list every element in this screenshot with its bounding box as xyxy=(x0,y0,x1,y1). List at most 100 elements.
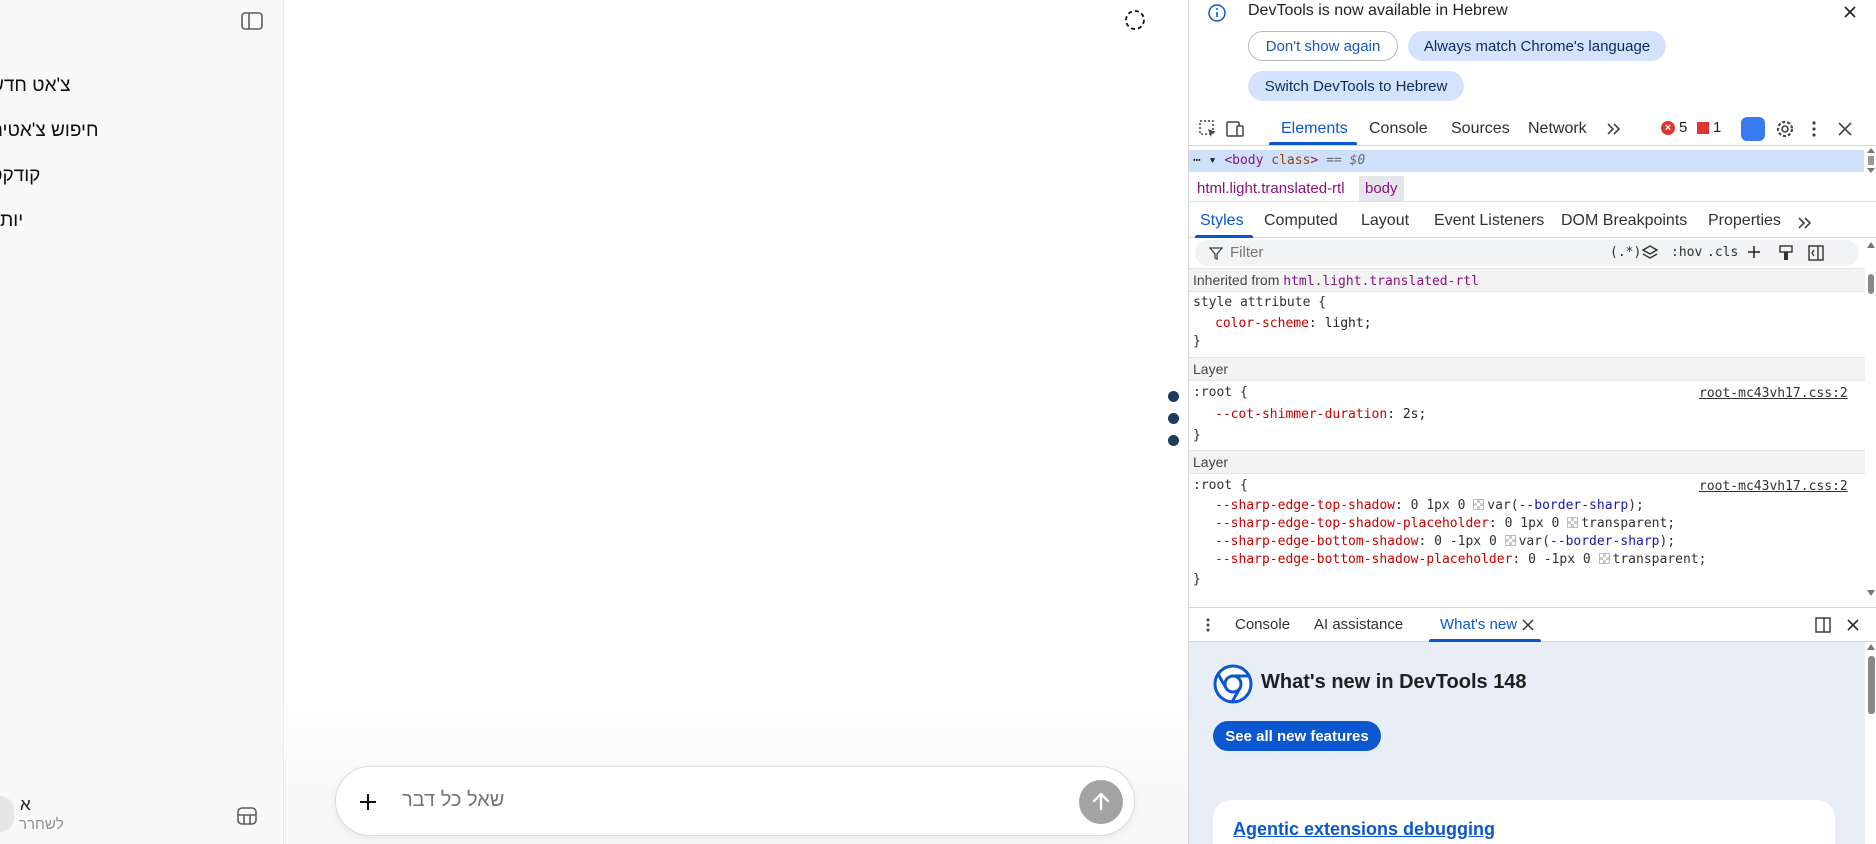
edit-icon xyxy=(75,76,95,96)
color-swatch-icon[interactable] xyxy=(1504,535,1516,546)
send-button[interactable] xyxy=(1079,780,1123,824)
close-icon[interactable] xyxy=(1841,3,1859,21)
breadcrumb-body[interactable]: body xyxy=(1359,176,1404,201)
hover-state-toggle[interactable]: :hov xyxy=(1671,245,1702,260)
class-toggle[interactable]: .cls xyxy=(1707,245,1738,260)
paint-brush-icon[interactable] xyxy=(1777,244,1795,262)
tab-elements[interactable]: Elements xyxy=(1281,120,1348,138)
kebab-menu-icon[interactable] xyxy=(1803,118,1825,140)
drawer-tab-ai-assistance[interactable]: AI assistance xyxy=(1314,616,1403,633)
css-property: --sharp-edge-top-shadow-placeholder xyxy=(1215,516,1489,531)
feature-card: Agentic extensions debugging xyxy=(1213,800,1835,844)
user-initial: א xyxy=(20,795,31,814)
see-all-features-button[interactable]: See all new features xyxy=(1213,721,1381,751)
tab-console[interactable]: Console xyxy=(1369,120,1428,138)
inspect-element-icon[interactable] xyxy=(1197,118,1219,140)
color-swatch-icon[interactable] xyxy=(1567,517,1579,528)
tab-sources[interactable]: Sources xyxy=(1451,120,1510,138)
active-subtab-indicator xyxy=(1195,235,1253,238)
sidebar-item-codex[interactable]: קודקס xyxy=(0,161,64,191)
dom-scrollbar[interactable] xyxy=(1866,147,1876,175)
tab-layout[interactable]: Layout xyxy=(1361,212,1409,230)
temporary-chat-icon[interactable] xyxy=(1123,8,1147,32)
breakpoint-dot xyxy=(1168,413,1179,424)
breadcrumb: html.light.translated-rtl body xyxy=(1189,176,1876,202)
error-counter[interactable]: × 5 xyxy=(1661,119,1687,136)
css-declaration[interactable]: --cot-shimmer-duration: 2s; xyxy=(1215,407,1426,422)
error-icon: × xyxy=(1661,120,1675,135)
ai-assistance-icon[interactable] xyxy=(1741,117,1765,141)
tab-styles[interactable]: Styles xyxy=(1200,212,1244,230)
css-declaration[interactable]: --sharp-edge-bottom-shadow: 0 -1px 0 var… xyxy=(1215,534,1675,549)
dom-tag-open: <body xyxy=(1224,153,1264,168)
css-value: 0 1px 0 xyxy=(1504,516,1568,531)
screen: צ'אט חדש חיפוש צ'אטים קודקס יותר א לשחרר xyxy=(0,0,1876,844)
feature-link[interactable]: Agentic extensions debugging xyxy=(1233,819,1495,840)
issue-count: 1 xyxy=(1713,119,1722,136)
css-declaration[interactable]: --sharp-edge-top-shadow-placeholder: 0 1… xyxy=(1215,516,1675,531)
layers-icon[interactable] xyxy=(1641,244,1659,262)
sidebar-toggle-icon[interactable] xyxy=(240,10,264,32)
user-profile[interactable]: א לשחרר xyxy=(0,792,76,842)
new-rule-plus-icon[interactable] xyxy=(1746,244,1764,262)
css-property: --sharp-edge-top-shadow xyxy=(1215,498,1396,513)
drawer-tab-console[interactable]: Console xyxy=(1235,616,1290,633)
toggle-sidebar-icon[interactable] xyxy=(1807,244,1825,262)
close-tab-icon[interactable] xyxy=(1521,618,1535,632)
apps-icon[interactable] xyxy=(236,805,258,827)
color-swatch-icon[interactable] xyxy=(1598,553,1610,564)
plus-icon[interactable] xyxy=(355,789,381,815)
breakpoint-dot xyxy=(1168,391,1179,402)
color-swatch-icon[interactable] xyxy=(1473,499,1485,510)
css-declaration[interactable]: --sharp-edge-bottom-shadow-placeholder: … xyxy=(1215,552,1706,567)
sidebar-item-label: צ'אט חדש xyxy=(0,75,71,96)
css-property: --cot-shimmer-duration xyxy=(1215,407,1388,422)
more-subtabs-icon[interactable] xyxy=(1796,214,1814,232)
close-devtools-icon[interactable] xyxy=(1834,118,1856,140)
more-tabs-icon[interactable] xyxy=(1603,118,1625,140)
sidebar-item-more[interactable]: יותר xyxy=(0,206,47,236)
tab-dom-breakpoints[interactable]: DOM Breakpoints xyxy=(1561,212,1687,230)
tab-event-listeners[interactable]: Event Listeners xyxy=(1434,212,1544,230)
rule-source-link[interactable]: root-mc43vh17.css:2 xyxy=(1699,386,1848,401)
tab-properties[interactable]: Properties xyxy=(1708,212,1781,230)
sidebar-item-search-chats[interactable]: חיפוש צ'אטים xyxy=(0,116,123,146)
rule-source-link[interactable]: root-mc43vh17.css:2 xyxy=(1699,479,1848,494)
breadcrumb-html[interactable]: html.light.translated-rtl xyxy=(1191,176,1351,201)
switch-to-hebrew-button[interactable]: Switch DevTools to Hebrew xyxy=(1248,71,1464,101)
settings-gear-icon[interactable] xyxy=(1774,118,1796,140)
styles-scrollbar[interactable] xyxy=(1866,240,1876,600)
ellipsis-icon[interactable]: ⋯ ▾ xyxy=(1193,153,1216,168)
error-count: 5 xyxy=(1679,119,1688,136)
dock-side-icon[interactable] xyxy=(1814,616,1832,634)
logo-icon[interactable] xyxy=(0,8,8,32)
tab-computed[interactable]: Computed xyxy=(1264,212,1338,230)
whats-new-title: What's new in DevTools 148 xyxy=(1261,671,1527,693)
always-match-language-button[interactable]: Always match Chrome's language xyxy=(1408,31,1666,61)
regex-toggle[interactable]: (.*) xyxy=(1610,245,1641,260)
css-declaration[interactable]: --sharp-edge-top-shadow: 0 1px 0 var(--b… xyxy=(1215,498,1644,513)
sidebar-item-new-chat[interactable]: צ'אט חדש xyxy=(0,71,95,101)
filter-input[interactable] xyxy=(1230,244,1530,261)
style-attr-declaration[interactable]: color-scheme: light; xyxy=(1215,316,1372,331)
devtools-toolbar: Elements Console Sources Network × 5 1 xyxy=(1189,112,1876,146)
styles-filter: (.*) :hov .cls xyxy=(1195,240,1859,266)
tab-network[interactable]: Network xyxy=(1528,120,1587,138)
drawer-scrollbar[interactable] xyxy=(1866,642,1876,844)
css-var-ref[interactable]: --border-sharp xyxy=(1550,534,1660,549)
dont-show-again-button[interactable]: Don't show again xyxy=(1248,31,1398,61)
issues-counter[interactable]: 1 xyxy=(1697,119,1721,136)
css-var-ref[interactable]: --border-sharp xyxy=(1519,498,1629,513)
styles-subtabs: Styles Computed Layout Event Listeners D… xyxy=(1189,206,1876,238)
close-drawer-icon[interactable] xyxy=(1844,616,1862,634)
close-brace: } xyxy=(1193,572,1201,587)
drawer-tab-whats-new[interactable]: What's new xyxy=(1440,616,1517,633)
device-toolbar-icon[interactable] xyxy=(1224,118,1246,140)
close-brace: } xyxy=(1193,428,1201,443)
inherited-from-link[interactable]: html.light.translated-rtl xyxy=(1283,274,1479,289)
dom-tree-selected-row[interactable]: ⋯ ▾ <body class> == $0 xyxy=(1189,150,1864,172)
drawer-menu-icon[interactable] xyxy=(1199,616,1217,634)
css-value-end: transparent; xyxy=(1581,516,1676,531)
prompt-input[interactable] xyxy=(402,789,1002,812)
layer-header: Layer xyxy=(1189,450,1865,474)
